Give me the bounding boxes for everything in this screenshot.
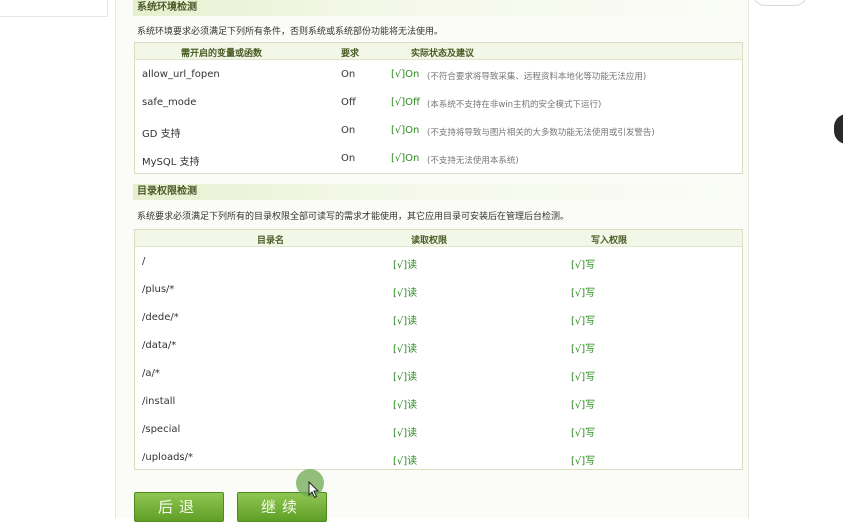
dir-read: [√]读	[393, 288, 418, 299]
dir-read: [√]读	[393, 316, 418, 327]
table-row: / [√]读 [√]写	[135, 251, 742, 279]
env-status: [√]Off	[391, 97, 420, 108]
dir-write: [√]写	[571, 400, 596, 411]
dir-header-write: 写入权限	[591, 236, 628, 246]
dir-section-desc: 系统要求必须满足下列所有的目录权限全部可读写的需求才能使用，其它应用目录可安装后…	[137, 212, 570, 222]
table-row: /special [√]读 [√]写	[135, 419, 742, 447]
table-row: safe_mode Off [√]Off (本系统不支持在非win主机的安全模式…	[135, 91, 742, 119]
dir-header-name: 目录名	[257, 236, 285, 246]
mouse-pointer-icon	[308, 481, 320, 499]
env-section-desc: 系统环境要求必须满足下列所有条件，否则系统或系统部份功能将无法使用。	[137, 27, 444, 37]
env-header-required: 要求	[341, 49, 360, 59]
dir-header-read: 读取权限	[411, 236, 448, 246]
dir-read: [√]读	[393, 400, 418, 411]
dir-read: [√]读	[393, 260, 418, 271]
env-note: (不支持无法使用本系统)	[427, 156, 519, 166]
env-required: On	[341, 125, 356, 136]
table-row: allow_url_fopen On [√]On (不符合要求将导致采集、远程资…	[135, 63, 742, 91]
dir-table-header: 目录名 读取权限 写入权限	[135, 230, 742, 247]
env-header-status: 实际状态及建议	[411, 49, 475, 59]
table-row: GD 支持 On [√]On (不支持将导致与图片相关的大多数功能无法使用或引发…	[135, 119, 742, 147]
env-table-header: 需开启的变量或函数 要求 实际状态及建议	[135, 43, 742, 60]
dir-write: [√]写	[571, 316, 596, 327]
env-var-name: MySQL 支持	[142, 157, 200, 168]
dir-name: /uploads/*	[142, 452, 194, 463]
dir-section-title: 目录权限检测	[133, 184, 745, 200]
env-required: On	[341, 153, 356, 164]
table-row: /plus/* [√]读 [√]写	[135, 279, 742, 307]
dir-name: /plus/*	[142, 284, 175, 295]
env-var-name: allow_url_fopen	[142, 69, 220, 80]
env-table: 需开启的变量或函数 要求 实际状态及建议 allow_url_fopen On …	[134, 42, 743, 174]
top-left-tab	[0, 0, 108, 17]
dir-name: /dede/*	[142, 312, 179, 323]
dir-write: [√]写	[571, 372, 596, 383]
dir-read: [√]读	[393, 344, 418, 355]
table-row: /dede/* [√]读 [√]写	[135, 307, 742, 335]
dir-name: /data/*	[142, 340, 177, 351]
table-row: /install [√]读 [√]写	[135, 391, 742, 419]
dir-read: [√]读	[393, 456, 418, 467]
dir-write: [√]写	[571, 428, 596, 439]
env-note: (不支持将导致与图片相关的大多数功能无法使用或引发警告)	[427, 128, 655, 138]
env-var-name: safe_mode	[142, 97, 197, 108]
table-row: /uploads/* [√]读 [√]写	[135, 447, 742, 475]
env-var-name: GD 支持	[142, 129, 181, 140]
dir-table: 目录名 读取权限 写入权限 / [√]读 [√]写 /plus/* [√]读 […	[134, 229, 743, 470]
dir-name: /a/*	[142, 368, 160, 379]
env-required: Off	[341, 97, 356, 108]
dir-read: [√]读	[393, 372, 418, 383]
dir-write: [√]写	[571, 456, 596, 467]
table-row: /data/* [√]读 [√]写	[135, 335, 742, 363]
top-right-bubble	[753, 0, 807, 6]
dir-read: [√]读	[393, 428, 418, 439]
table-row: MySQL 支持 On [√]On (不支持无法使用本系统)	[135, 147, 742, 175]
dir-write: [√]写	[571, 260, 596, 271]
dir-name: /install	[142, 396, 176, 407]
env-section-title: 系统环境检测	[133, 0, 745, 16]
env-status: [√]On	[391, 69, 420, 80]
dir-name: /	[142, 256, 146, 267]
env-header-variable: 需开启的变量或函数	[181, 49, 263, 59]
table-row: /a/* [√]读 [√]写	[135, 363, 742, 391]
env-status: [√]On	[391, 125, 420, 136]
dir-write: [√]写	[571, 344, 596, 355]
dir-write: [√]写	[571, 288, 596, 299]
dir-name: /special	[142, 424, 181, 435]
env-required: On	[341, 69, 356, 80]
env-note: (本系统不支持在非win主机的安全模式下运行)	[427, 100, 602, 110]
env-status: [√]On	[391, 153, 420, 164]
env-note: (不符合要求将导致采集、远程资料本地化等功能无法应用)	[427, 72, 647, 82]
floating-side-handle[interactable]	[834, 114, 843, 144]
